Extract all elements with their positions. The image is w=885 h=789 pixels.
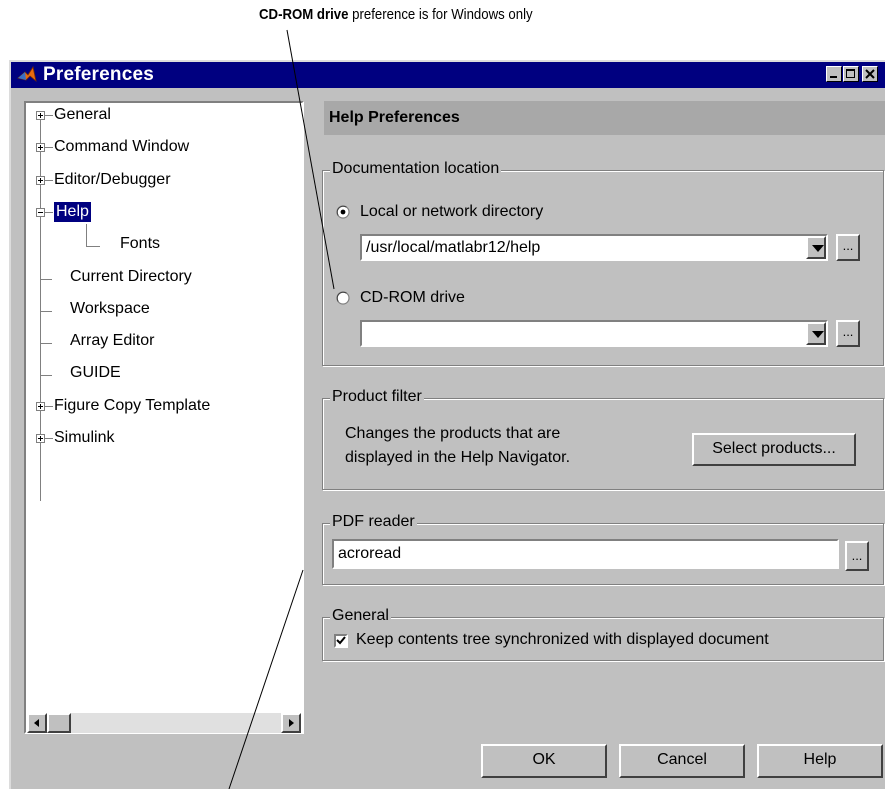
annotation-cdrom-note: CD-ROM drive preference is for Windows o… [259,6,533,23]
pdf-reader-title: PDF reader [330,513,417,531]
tree-connector [40,279,52,280]
local-directory-radio[interactable] [336,205,350,219]
tree-item-label: Current Directory [70,267,192,285]
tree-horizontal-scrollbar[interactable] [27,713,301,733]
tree-item-label: Workspace [70,299,150,317]
matlab-logo-icon [17,65,37,83]
annotation-rest-text: preference is for Windows only [348,6,533,23]
tree-connector [40,405,41,501]
documentation-location-title: Documentation location [330,160,502,178]
window-title: Preferences [43,64,154,85]
chevron-down-icon [812,245,824,252]
local-directory-value: /usr/local/matlabr12/help [366,239,541,256]
ok-button[interactable]: OK [481,744,607,778]
tree-item-label: General [54,106,111,123]
scroll-thumb[interactable] [47,713,71,733]
maximize-button[interactable] [843,66,859,82]
cancel-label: Cancel [657,751,707,768]
select-products-button[interactable]: Select products... [692,433,856,466]
title-bar[interactable]: Preferences [11,62,885,88]
expand-icon[interactable] [36,434,45,443]
help-button[interactable]: Help [757,744,883,778]
browse-label: ... [842,238,854,253]
tree-connector [45,179,53,181]
annotation-bold-text: CD-ROM drive [259,6,349,23]
tree-connector [40,311,52,312]
tree-connector [86,246,100,247]
cancel-button[interactable]: Cancel [619,744,745,778]
tree-item-label: Figure Copy Template [54,396,211,414]
panel-header: Help Preferences [324,101,885,135]
tree-item-label: Array Editor [70,332,155,350]
select-products-label: Select products... [712,440,836,457]
chevron-down-icon [812,331,824,338]
expand-icon[interactable] [36,111,45,120]
preferences-tree[interactable]: General Command Window Editor/Debugger Help… [24,101,304,734]
local-directory-browse-button[interactable]: ... [836,234,860,261]
minimize-button[interactable] [826,66,842,82]
checkmark-icon [336,636,346,645]
tree-connector [45,211,53,213]
browse-label: ... [851,548,863,563]
tree-item-label: GUIDE [70,364,121,382]
tree-connector [45,405,53,407]
close-icon [865,69,875,79]
cdrom-drive-radio[interactable] [336,291,350,305]
maximize-icon [846,69,855,78]
pdf-reader-value: acroread [338,545,402,562]
pdf-reader-input[interactable]: acroread [332,539,839,569]
tree-item-label: Fonts [120,235,161,253]
minimize-icon [830,76,837,78]
expand-icon[interactable] [36,143,45,153]
radio-selected-dot [340,209,346,215]
help-label: Help [803,751,837,768]
local-directory-label: Local or network directory [360,203,544,220]
tree-item-label: Editor/Debugger [54,170,171,188]
local-directory-dropdown-button[interactable] [806,236,826,259]
tree-connector [45,115,53,116]
tree-item-label: Simulink [54,429,115,446]
tree-connector [45,147,53,149]
cdrom-drive-combo[interactable] [360,320,828,347]
sync-tree-checkbox[interactable] [334,634,348,648]
expand-icon[interactable] [36,175,45,185]
preferences-window: Preferences General Command Window Editor/… [9,60,885,789]
tree-connector [40,343,52,344]
collapse-icon[interactable] [36,207,45,217]
cdrom-drive-dropdown-button[interactable] [806,322,826,345]
product-filter-text-line1: Changes the products that are [345,425,561,442]
scroll-right-button[interactable] [281,713,301,733]
sync-tree-label: Keep contents tree synchronized with dis… [356,631,769,648]
product-filter-title: Product filter [330,388,424,406]
panel-header-title: Help Preferences [329,109,460,126]
scroll-left-icon [34,719,39,727]
close-button[interactable] [862,66,878,82]
tree-connector [40,375,52,376]
tree-connector [86,224,87,246]
scroll-left-button[interactable] [27,713,47,733]
cdrom-drive-label: CD-ROM drive [360,289,465,306]
ok-label: OK [532,751,556,768]
expand-icon[interactable] [36,401,45,411]
local-directory-combo[interactable]: /usr/local/matlabr12/help [360,234,828,261]
tree-connector [40,115,41,405]
general-title: General [330,607,391,625]
tree-connector [45,438,53,439]
tree-item-label: Command Window [54,138,190,156]
pdf-reader-browse-button[interactable]: ... [845,541,869,571]
product-filter-text-line2: displayed in the Help Navigator. [345,449,571,466]
browse-label: ... [842,324,854,339]
scroll-right-icon [289,719,294,727]
cdrom-drive-browse-button[interactable]: ... [836,320,860,347]
tree-item-label: Help [54,201,91,222]
